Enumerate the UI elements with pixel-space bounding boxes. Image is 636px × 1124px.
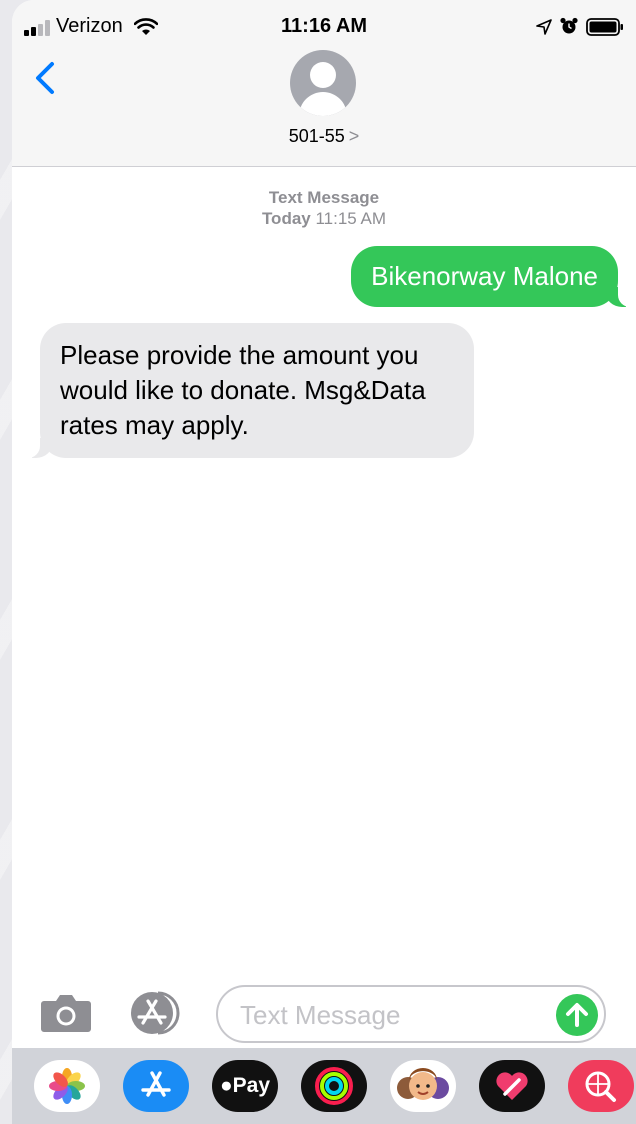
battery-icon [586,18,623,36]
contact-number: 501-55 [288,126,345,146]
apple-pay-label: ●Pay [219,1074,271,1097]
search-globe [585,1071,616,1102]
search-images-icon[interactable] [568,1060,634,1112]
app-store-glyph [141,1071,171,1097]
contact-name[interactable]: 501-55 > [12,126,636,147]
digital-touch-heart [496,1072,528,1100]
camera-icon[interactable] [40,993,92,1033]
activity-icon[interactable] [301,1060,367,1112]
chevron-right-icon: > [348,126,360,146]
message-input-field[interactable] [216,985,606,1043]
app-drawer: ●Pay [12,1048,636,1124]
avatar-head [310,62,336,88]
app-store-apps-icon[interactable] [128,990,190,1036]
send-arrow-icon [566,1003,588,1027]
alarm-icon [560,17,578,34]
sent-message-text: Bikenorway Malone [371,261,598,291]
received-message-text: Please provide the amount you would like… [60,340,426,440]
location-arrow-icon [536,19,552,35]
photos-flower [49,1068,85,1104]
memoji-faces [397,1068,449,1100]
digital-touch-icon[interactable] [479,1060,545,1112]
conversation-header: 501-55 > [12,50,636,167]
timestamp-day: Today [261,209,311,228]
service-label: Text Message [268,188,380,207]
avatar-body [299,92,347,116]
apple-pay-icon[interactable]: ●Pay [212,1060,278,1112]
app-store-icon[interactable] [123,1060,189,1112]
activity-rings [315,1067,353,1105]
apple-pay-text: Pay [232,1074,271,1097]
memoji-icon[interactable] [390,1060,456,1112]
contact-avatar[interactable] [290,50,356,116]
messages-screen: Verizon 11:16 AM 501-55 > Text Message T… [12,0,636,1124]
status-bar: Verizon 11:16 AM [12,0,636,54]
message-input[interactable] [238,995,542,1035]
photos-icon[interactable] [34,1060,100,1112]
sent-message-bubble[interactable]: Bikenorway Malone [351,246,636,307]
received-message-bubble[interactable]: Please provide the amount you would like… [20,323,474,458]
back-chevron-icon[interactable] [28,58,62,98]
timestamp-time: 11:15 AM [315,209,387,228]
send-button[interactable] [556,994,598,1036]
message-timestamp: Today 11:15 AM [12,209,636,229]
